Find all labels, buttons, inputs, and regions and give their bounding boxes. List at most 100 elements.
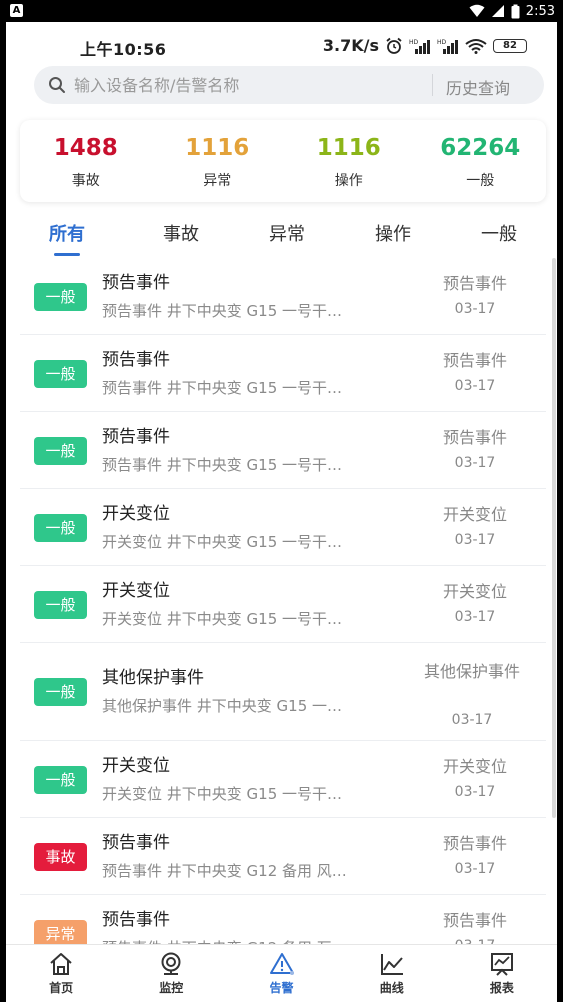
alarm-title: 开关变位 [102,580,170,601]
system-status-bar: A 2:53 [0,0,563,22]
stat-operation[interactable]: 1116 操作 [283,120,415,202]
alarm-title: 预告事件 [102,909,170,930]
svg-text:HD: HD [409,39,419,46]
level-badge: 一般 [34,765,87,794]
nav-alarm[interactable]: 告警 [226,945,336,1002]
alarm-description: 开关变位 井下中央变 G15 一号干… [102,532,343,551]
notification-a-icon: A [10,4,23,17]
battery-icon [511,4,520,18]
list-scrollbar[interactable] [552,258,556,818]
signal-icon [491,5,504,17]
alarm-date: 03-17 [454,531,496,548]
stat-accident[interactable]: 1488 事故 [20,120,152,202]
battery-indicator: 82 [493,38,527,53]
stat-label: 异常 [203,173,232,189]
alarm-description: 预告事件 井下中央变 G15 一号干… [102,455,343,474]
alarm-type: 预告事件 [442,273,507,293]
nav-report[interactable]: 报表 [447,945,557,1002]
stat-value: 1488 [53,135,118,161]
alarm-title: 预告事件 [102,832,170,853]
system-time: 2:53 [525,3,555,19]
alarm-title: 预告事件 [102,272,170,293]
bottom-nav: 首页 监控 告警 曲线 报表 [6,944,557,1002]
nav-monitor[interactable]: 监控 [116,945,226,1002]
wifi-icon [469,4,485,17]
alarm-type: 预告事件 [442,910,507,930]
alarm-type: 其他保护事件 [424,662,521,681]
network-speed: 3.7K/s [322,36,379,55]
nav-label: 首页 [49,981,74,995]
level-badge: 一般 [34,436,87,465]
nav-label: 监控 [159,981,184,995]
report-icon [490,953,513,976]
hd-signal-2-icon: HD [437,39,458,54]
wifi-icon [465,38,487,54]
level-badge: 事故 [34,842,87,871]
alarm-date: 03-17 [454,454,496,471]
alarm-date: 03-17 [454,300,496,317]
alarm-description: 预告事件 井下中央变 G15 一号干… [102,378,343,397]
alarm-title: 其他保护事件 [102,668,204,688]
alarm-date: 03-17 [454,377,496,394]
search-bar: 历史查询 [34,66,544,104]
tab-all[interactable]: 所有 [6,222,128,258]
alarm-title: 预告事件 [102,349,170,370]
stat-general[interactable]: 62264 一般 [415,120,547,202]
alarm-title: 开关变位 [102,755,170,776]
alarm-type: 预告事件 [442,833,507,853]
alarm-date: 03-17 [454,783,496,800]
hd-signal-icon: HD [409,39,430,54]
tab-operation[interactable]: 操作 [340,222,446,258]
alarm-type: 预告事件 [442,427,507,447]
level-badge: 一般 [34,359,87,388]
alarm-title: 开关变位 [102,503,170,524]
stat-abnormal[interactable]: 1116 异常 [152,120,284,202]
level-badge: 一般 [34,590,87,619]
list-item[interactable]: 一般 预告事件 预告事件 井下中央变 G15 一号干… 预告事件 03-17 [20,335,546,412]
level-badge: 一般 [34,282,87,311]
stat-label: 操作 [334,173,363,189]
inner-time: 上午10:56 [80,40,167,59]
list-item[interactable]: 事故 预告事件 预告事件 井下中央变 G12 备用 风… 预告事件 03-17 [20,818,546,895]
alarm-type: 开关变位 [442,504,507,524]
alarm-description: 预告事件 井下中央变 G12 备用 风… [102,861,347,880]
warning-icon [269,953,294,975]
stat-value: 1116 [316,135,381,161]
alarm-description: 开关变位 井下中央变 G15 一号干… [102,609,343,628]
alarm-clock-icon [386,37,402,54]
filter-tabs: 所有 事故 异常 操作 一般 [6,222,557,258]
search-divider [432,74,433,96]
tab-accident[interactable]: 事故 [128,222,234,258]
search-input[interactable] [74,66,414,104]
list-item[interactable]: 一般 开关变位 开关变位 井下中央变 G15 一号干… 开关变位 03-17 [20,489,546,566]
tab-abnormal[interactable]: 异常 [234,222,340,258]
nav-label: 曲线 [379,981,404,995]
nav-home[interactable]: 首页 [6,945,116,1002]
svg-text:HD: HD [437,39,447,46]
tab-general[interactable]: 一般 [446,222,552,258]
home-icon [50,953,72,975]
list-item[interactable]: 一般 开关变位 开关变位 井下中央变 G15 一号干… 开关变位 03-17 [20,566,546,643]
alarm-title: 预告事件 [102,426,170,447]
alarm-description: 开关变位 井下中央变 G15 一号干… [102,784,343,803]
stat-value: 1116 [185,135,250,161]
search-icon [49,77,65,93]
alarm-type: 预告事件 [442,350,507,370]
stat-value: 62264 [440,135,521,161]
nav-curve[interactable]: 曲线 [337,945,447,1002]
list-item[interactable]: 一般 预告事件 预告事件 井下中央变 G15 一号干… 预告事件 03-17 [20,412,546,489]
nav-label: 告警 [269,981,294,995]
history-query-button[interactable]: 历史查询 [446,75,510,99]
level-badge: 一般 [34,678,87,706]
inner-status-bar: 上午10:56 3.7K/s HD HD 82 [6,32,557,62]
stats-card: 1488 事故 1116 异常 1116 操作 62264 一般 [20,120,546,202]
nav-label: 报表 [489,981,514,995]
app-screen: 上午10:56 3.7K/s HD HD 82 历史查询 1488 事故 111… [6,22,557,1002]
alarm-date: 03-17 [451,712,493,728]
alarm-description: 其他保护事件 井下中央变 G15 一… [102,697,343,715]
list-item[interactable]: 一般 开关变位 开关变位 井下中央变 G15 一号干… 开关变位 03-17 [20,741,546,818]
list-item[interactable]: 一般 其他保护事件 其他保护事件 井下中央变 G15 一… 其他保护事件 03-… [20,643,546,741]
alarm-date: 03-17 [454,860,496,877]
alarm-type: 开关变位 [442,756,507,776]
list-item[interactable]: 一般 预告事件 预告事件 井下中央变 G15 一号干… 预告事件 03-17 [20,258,546,335]
